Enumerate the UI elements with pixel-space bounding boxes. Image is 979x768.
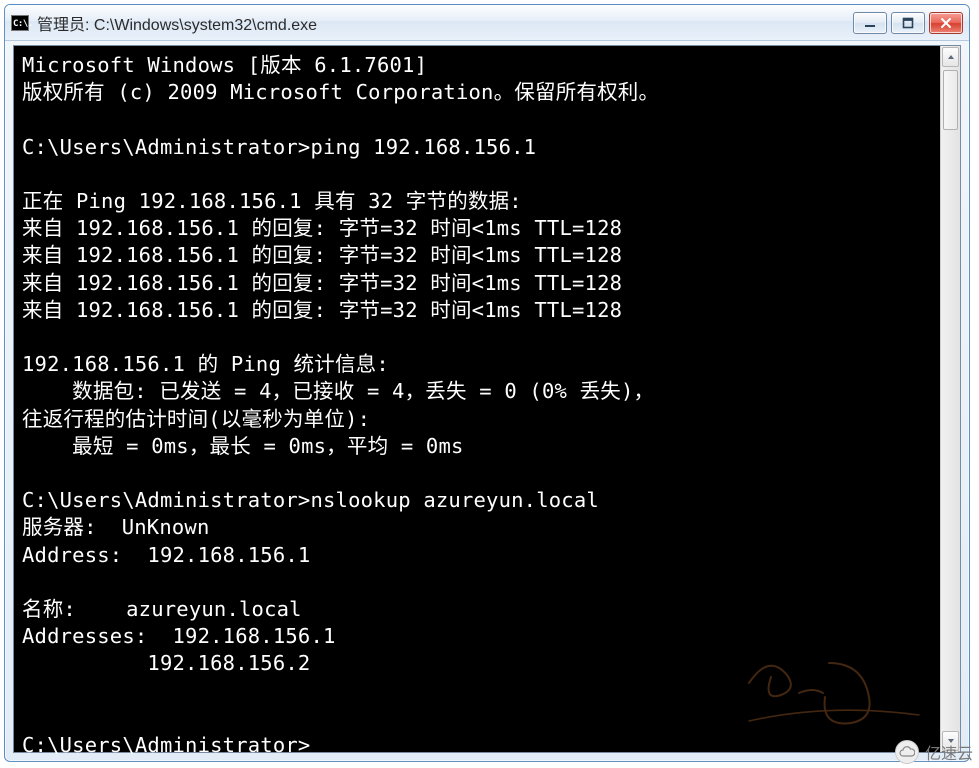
vertical-scrollbar[interactable] bbox=[940, 46, 960, 752]
scrollbar-thumb[interactable] bbox=[943, 70, 958, 130]
watermark-text: 亿速云 bbox=[925, 740, 973, 764]
scrollbar-track[interactable] bbox=[941, 68, 960, 730]
console-output[interactable]: Microsoft Windows [版本 6.1.7601] 版权所有 (c)… bbox=[22, 52, 936, 746]
cmd-window: C:\. 管理员: C:\Windows\system32\cmd.exe Mi… bbox=[4, 4, 970, 762]
scroll-up-button[interactable] bbox=[942, 47, 959, 67]
window-controls bbox=[853, 12, 963, 34]
maximize-button[interactable] bbox=[891, 12, 925, 34]
cloud-icon bbox=[895, 740, 919, 764]
console-client-area: Microsoft Windows [版本 6.1.7601] 版权所有 (c)… bbox=[13, 45, 961, 753]
close-button[interactable] bbox=[929, 12, 963, 34]
window-title: 管理员: C:\Windows\system32\cmd.exe bbox=[37, 11, 853, 35]
minimize-button[interactable] bbox=[853, 12, 887, 34]
titlebar[interactable]: C:\. 管理员: C:\Windows\system32\cmd.exe bbox=[5, 5, 969, 41]
cmd-icon: C:\. bbox=[11, 15, 29, 31]
page-watermark: 亿速云 bbox=[895, 740, 973, 764]
